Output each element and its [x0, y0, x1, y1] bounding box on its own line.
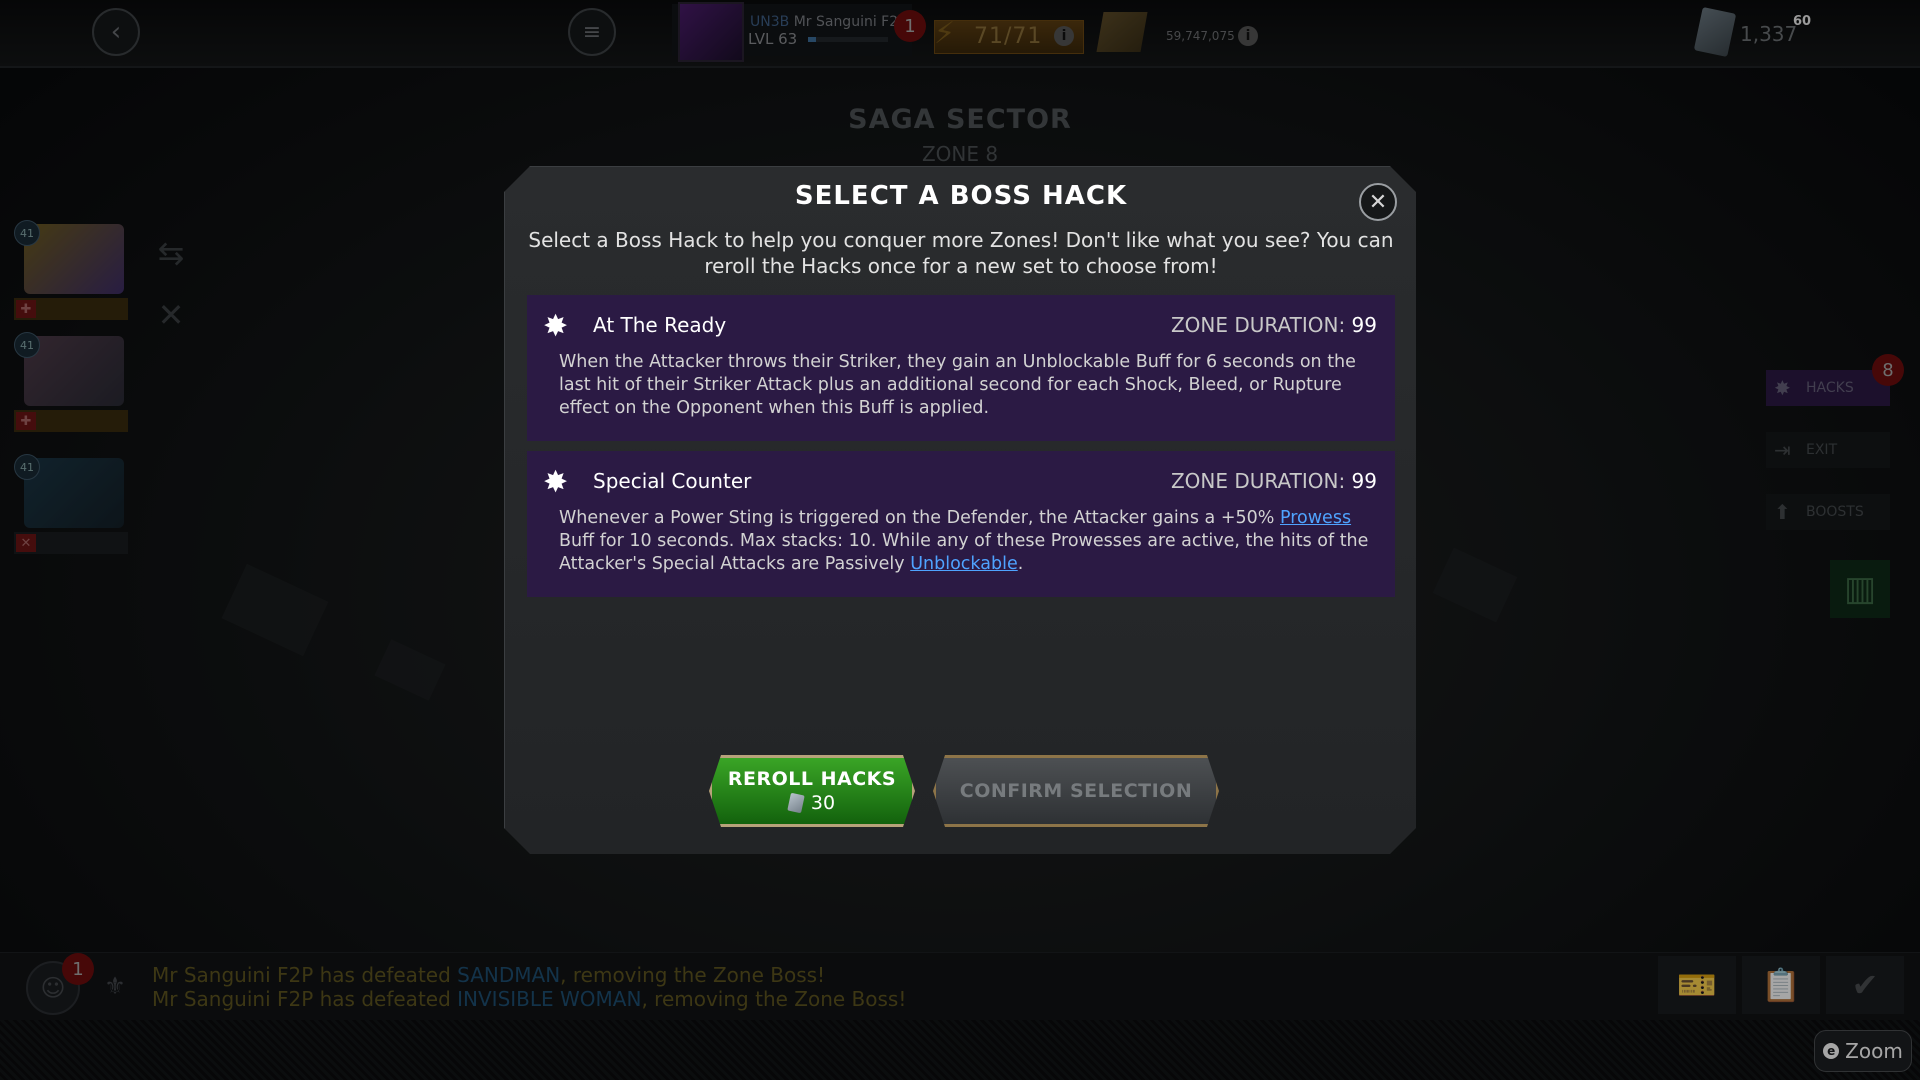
hack-name: Special Counter: [593, 469, 752, 493]
hack-duration: ZONE DURATION: 99: [1170, 469, 1377, 493]
hack-burst-icon: ✸: [543, 465, 569, 500]
reroll-cost: 30: [810, 792, 836, 814]
hack-name: At The Ready: [593, 313, 727, 337]
modal-title: SELECT A BOSS HACK: [794, 181, 1128, 211]
boss-hack-modal: SELECT A BOSS HACK ✕ Select a Boss Hack …: [504, 166, 1416, 854]
reroll-hacks-button[interactable]: REROLL HACKS 30: [709, 755, 915, 827]
hack-option-2[interactable]: ✸ Special Counter ZONE DURATION: 99 When…: [527, 451, 1395, 597]
units-icon: [787, 792, 805, 814]
unblockable-link[interactable]: Unblockable: [910, 554, 1018, 574]
modal-description: Select a Boss Hack to help you conquer m…: [528, 228, 1394, 278]
prowess-link[interactable]: Prowess: [1280, 508, 1351, 528]
hack-description: When the Attacker throws their Striker, …: [559, 352, 1356, 418]
confirm-selection-button[interactable]: CONFIRM SELECTION: [933, 755, 1219, 827]
hack-burst-icon: ✸: [543, 309, 569, 344]
close-x-icon[interactable]: ✕: [1359, 183, 1397, 221]
reroll-label: REROLL HACKS: [727, 768, 897, 790]
hack-duration: ZONE DURATION: 99: [1170, 313, 1377, 337]
hack-description: Whenever a Power Sting is triggered on t…: [559, 508, 1369, 574]
hack-option-1[interactable]: ✸ At The Ready ZONE DURATION: 99 When th…: [527, 295, 1395, 441]
